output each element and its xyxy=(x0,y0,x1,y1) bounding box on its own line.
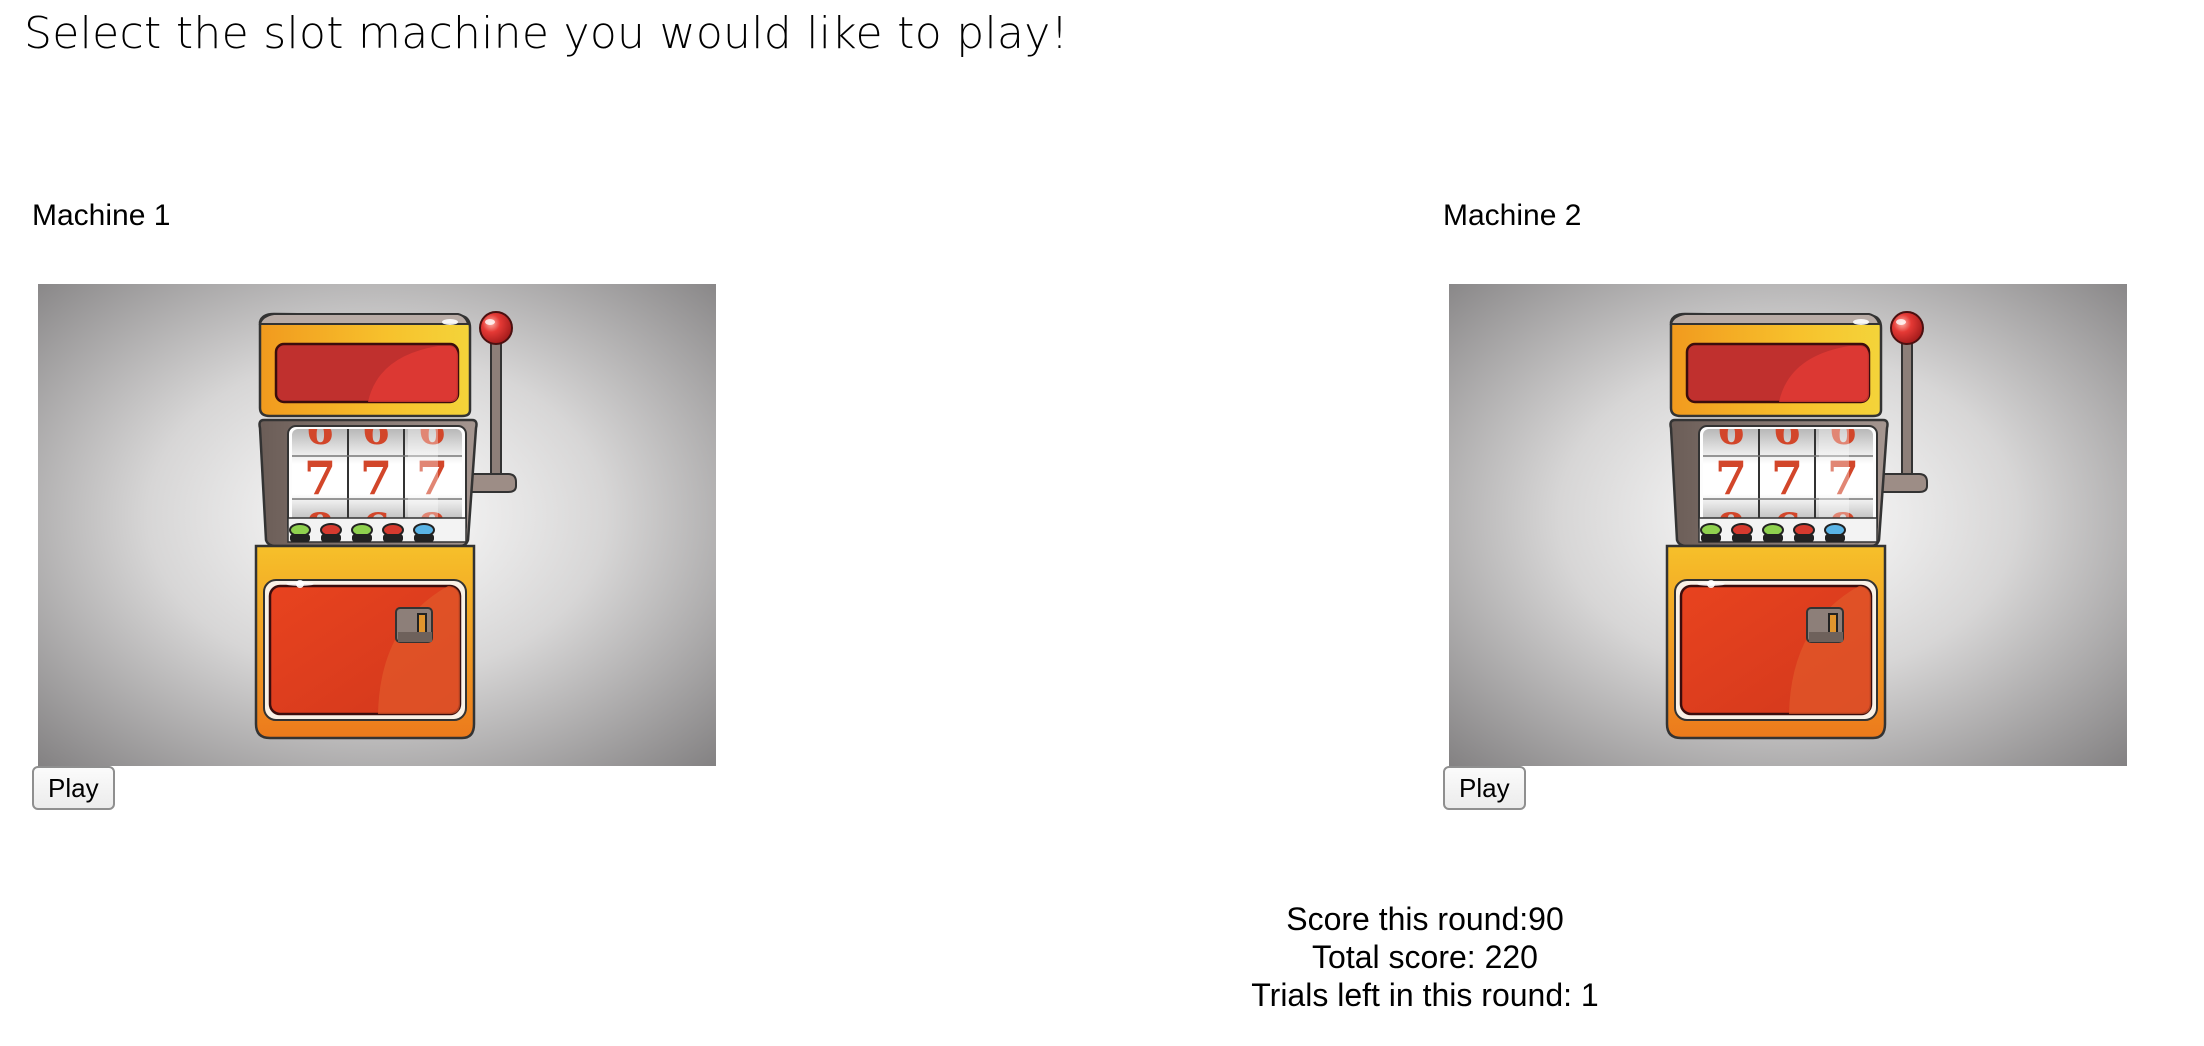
reel-digit-middle-2: 7 xyxy=(360,451,392,505)
machine-1-panel: Machine 1 6 6 6 7 7 7 Play xyxy=(32,196,716,810)
reel-digit-middle-2: 7 xyxy=(1771,451,1803,505)
trials-left: Trials left in this round: 1 xyxy=(1251,977,1599,1013)
machine-2-panel: Machine 2 6 6 6 7 7 7 Play xyxy=(1443,196,2127,810)
machine-2-play-button[interactable]: Play xyxy=(1443,766,1526,810)
machine-1-label: Machine 1 xyxy=(32,199,171,232)
round-score: Score this round:90 xyxy=(1286,901,1564,937)
machine-2-label: Machine 2 xyxy=(1443,199,1582,232)
slot-machine-image: 6 6 6 7 7 7 8 6 8 xyxy=(1449,284,2127,766)
machine-1-play-button[interactable]: Play xyxy=(32,766,115,810)
total-score: Total score: 220 xyxy=(1312,939,1538,975)
reel-digit-middle-1: 7 xyxy=(1715,451,1747,505)
page-heading: Select the slot machine you would like t… xyxy=(24,8,1069,59)
slot-machine-image: 6 6 6 7 7 7 8 6 8 xyxy=(38,284,716,766)
scoreboard: Score this round:90 Total score: 220 Tri… xyxy=(1100,900,1750,1014)
reel-digit-middle-1: 7 xyxy=(304,451,336,505)
machine-1-image-container: 6 6 6 7 7 7 8 6 8 xyxy=(32,284,716,766)
machine-2-image-container: 6 6 6 7 7 7 8 6 8 xyxy=(1443,284,2127,766)
